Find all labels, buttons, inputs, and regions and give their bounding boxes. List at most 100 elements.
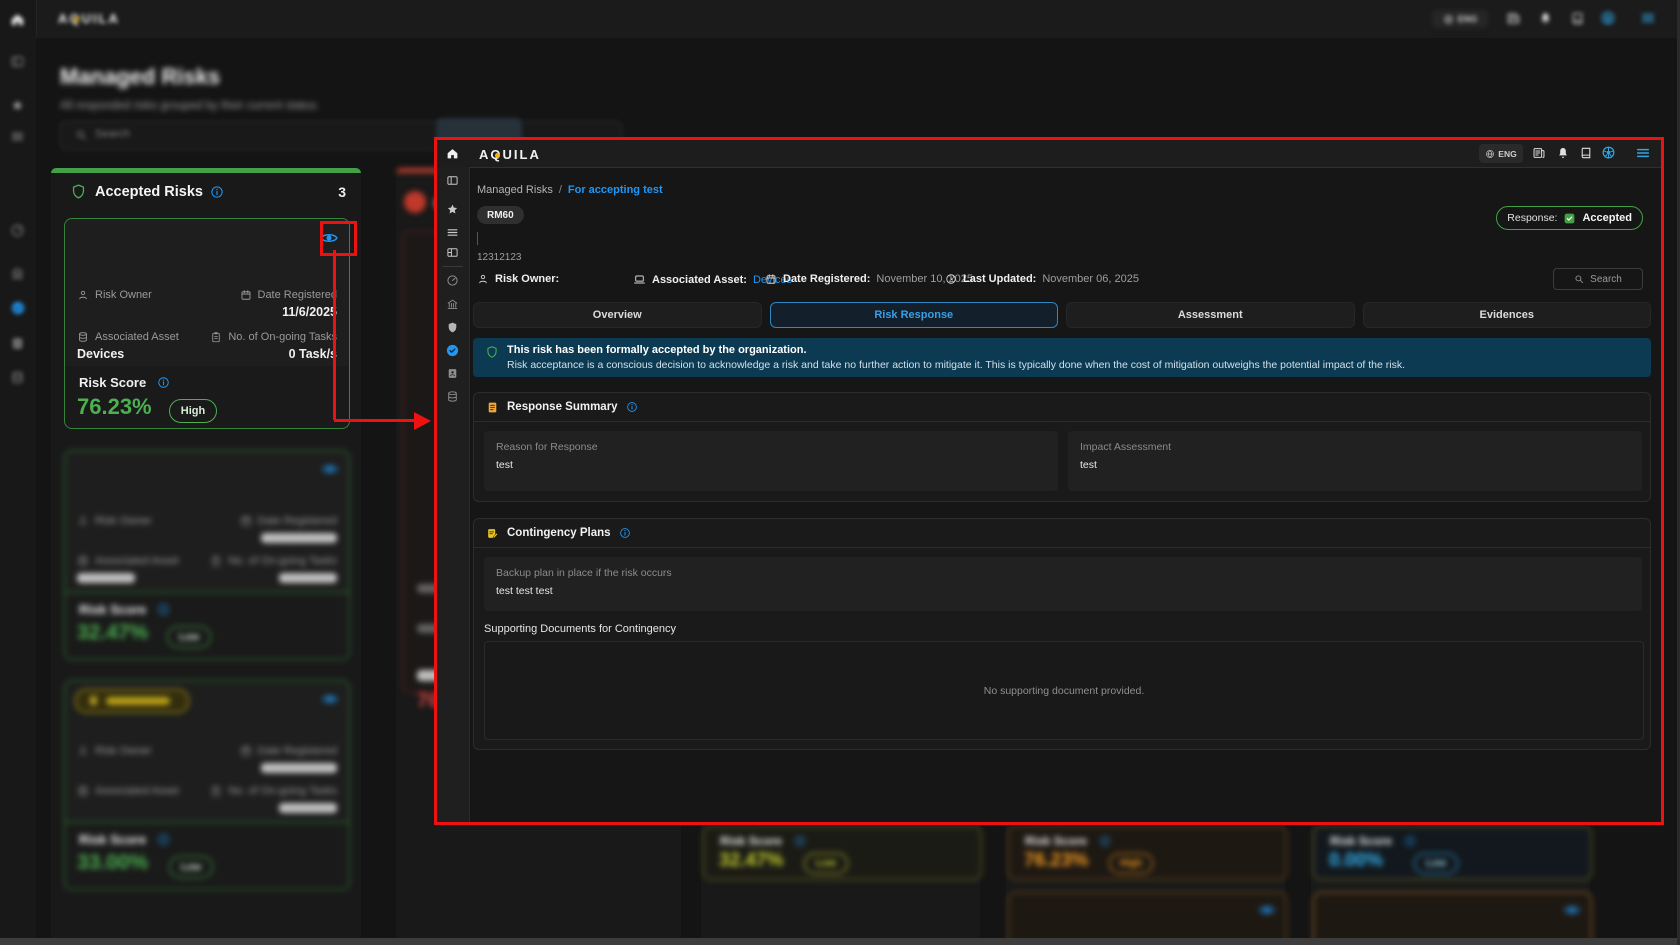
person-icon bbox=[77, 745, 89, 757]
risk-card[interactable]: Risk Owner Date Registered Associated As… bbox=[64, 450, 350, 596]
view-risk-eye-icon[interactable] bbox=[1258, 901, 1276, 919]
calendar-icon bbox=[240, 515, 252, 527]
rail-panel-icon[interactable] bbox=[446, 174, 459, 187]
risk-score-label: Risk Score bbox=[79, 375, 146, 390]
brand-q-dot bbox=[495, 153, 500, 158]
breadcrumb-separator: / bbox=[559, 184, 562, 196]
rail-db-icon[interactable] bbox=[446, 390, 459, 403]
response-summary-section: Response Summary Reason for Response tes… bbox=[473, 392, 1651, 502]
risk-level-badge: Low bbox=[804, 853, 848, 874]
risk-score-value: 32.47% bbox=[77, 621, 148, 645]
view-risk-eye-icon[interactable] bbox=[321, 460, 339, 478]
rail-bank-icon[interactable] bbox=[446, 298, 459, 311]
wheel-icon[interactable] bbox=[1600, 10, 1616, 26]
ongoing-tasks-label: No. of On-going Tasks bbox=[228, 555, 337, 567]
sidebar-bank-icon[interactable] bbox=[10, 266, 25, 281]
bell-icon[interactable] bbox=[1538, 11, 1553, 26]
info-icon[interactable] bbox=[626, 401, 638, 413]
info-icon[interactable] bbox=[210, 185, 224, 199]
main-language-label: ENG bbox=[1458, 14, 1478, 24]
news-icon[interactable] bbox=[1532, 146, 1546, 160]
clock-icon bbox=[945, 273, 957, 285]
menu-icon[interactable] bbox=[1640, 10, 1656, 26]
calendar-icon bbox=[240, 745, 252, 757]
acceptance-banner: This risk has been formally accepted by … bbox=[473, 338, 1651, 377]
risk-card[interactable]: Risk Owner Date Registered 11/6/2025 Ass… bbox=[64, 218, 350, 368]
blurred-text-placeholder bbox=[279, 803, 337, 813]
date-registered-label: Date Registered: bbox=[783, 273, 870, 285]
risk-level-badge: Low bbox=[1414, 853, 1458, 874]
rail-badge-icon[interactable] bbox=[446, 367, 459, 380]
rail-home-icon[interactable] bbox=[446, 147, 459, 160]
blurred-text-placeholder bbox=[279, 573, 337, 583]
sidebar-panel-icon[interactable] bbox=[10, 54, 25, 69]
accepted-shield-icon bbox=[70, 183, 87, 200]
sidebar-home-icon[interactable] bbox=[10, 12, 25, 27]
tasks-icon bbox=[210, 785, 222, 797]
date-registered-label: Date Registered bbox=[258, 289, 338, 301]
rail-gauge-icon[interactable] bbox=[446, 274, 459, 287]
wheel-icon[interactable] bbox=[1601, 145, 1616, 160]
risk-level-badge: Low bbox=[169, 856, 213, 878]
info-icon[interactable] bbox=[157, 603, 170, 616]
blurred-text-placeholder bbox=[106, 697, 170, 705]
rail-active-icon[interactable] bbox=[445, 343, 460, 358]
info-icon[interactable] bbox=[157, 833, 170, 846]
blurred-text-placeholder bbox=[261, 533, 337, 543]
asset-icon bbox=[77, 331, 89, 343]
risk-level-badge: Low bbox=[167, 626, 211, 648]
ongoing-tasks-label: No. of On-going Tasks bbox=[228, 331, 337, 343]
risk-score-section: Risk Score 32.47% Low bbox=[64, 592, 350, 660]
risk-score-value: 33.00% bbox=[77, 851, 148, 875]
backup-plan-value: test test test bbox=[496, 585, 553, 597]
tasks-icon bbox=[210, 555, 222, 567]
sidebar-star-icon[interactable] bbox=[10, 98, 25, 113]
book-icon[interactable] bbox=[1570, 11, 1585, 26]
search-icon bbox=[1574, 274, 1584, 284]
sidebar-active-icon[interactable] bbox=[10, 300, 26, 316]
risk-level-badge: High bbox=[169, 399, 217, 423]
associated-asset-value: Devices bbox=[77, 347, 124, 361]
supporting-documents-label: Supporting Documents for Contingency bbox=[484, 623, 676, 635]
main-language-button[interactable]: ENG bbox=[1432, 10, 1488, 28]
rail-list-icon[interactable] bbox=[446, 226, 459, 239]
impact-assessment-field: Impact Assessment test bbox=[1068, 431, 1642, 491]
rejected-icon bbox=[404, 191, 426, 213]
person-icon bbox=[77, 289, 89, 301]
sidebar-list-icon[interactable] bbox=[10, 129, 25, 144]
detail-language-button[interactable]: ENG bbox=[1479, 144, 1523, 163]
tab-overview[interactable]: Overview bbox=[473, 302, 762, 328]
breadcrumb-parent[interactable]: Managed Risks bbox=[477, 184, 553, 196]
book-icon[interactable] bbox=[1579, 146, 1593, 160]
info-icon[interactable] bbox=[157, 376, 170, 389]
impact-value: test bbox=[1080, 459, 1097, 471]
globe-icon bbox=[1485, 149, 1495, 159]
risk-owner-label: Risk Owner bbox=[95, 289, 152, 301]
sidebar-badge-icon[interactable] bbox=[10, 336, 25, 351]
tab-risk-response[interactable]: Risk Response bbox=[770, 302, 1059, 328]
response-summary-title: Response Summary bbox=[507, 401, 618, 413]
bell-icon[interactable] bbox=[1556, 146, 1570, 160]
sidebar-db-icon[interactable] bbox=[10, 370, 25, 385]
reason-value: test bbox=[496, 459, 513, 471]
view-risk-eye-icon[interactable] bbox=[321, 690, 339, 708]
risk-score-card: Risk Score 76.23% High bbox=[1008, 826, 1287, 880]
rail-shield-icon[interactable] bbox=[446, 321, 459, 334]
info-icon[interactable] bbox=[619, 527, 631, 539]
contingency-title: Contingency Plans bbox=[507, 527, 611, 539]
rail-table-icon[interactable] bbox=[446, 246, 459, 259]
rail-star-icon[interactable] bbox=[446, 203, 459, 216]
tab-assessment[interactable]: Assessment bbox=[1066, 302, 1355, 328]
tab-evidences[interactable]: Evidences bbox=[1363, 302, 1652, 328]
detail-search-button[interactable]: Search bbox=[1553, 268, 1643, 290]
risk-score-value: 76.23% bbox=[77, 394, 152, 420]
response-status-badge: Response: Accepted bbox=[1496, 206, 1643, 230]
meta-last-updated: Last Updated: November 06, 2025 bbox=[945, 273, 1139, 285]
sidebar-gauge-icon[interactable] bbox=[10, 223, 25, 238]
news-icon[interactable] bbox=[1506, 11, 1521, 26]
laptop-icon bbox=[633, 273, 646, 286]
view-risk-eye-icon[interactable] bbox=[1563, 901, 1581, 919]
menu-icon[interactable] bbox=[1635, 145, 1651, 161]
blurred-text-placeholder bbox=[261, 763, 337, 773]
risk-card[interactable]: Risk Owner Date Registered Associated As… bbox=[64, 680, 350, 826]
